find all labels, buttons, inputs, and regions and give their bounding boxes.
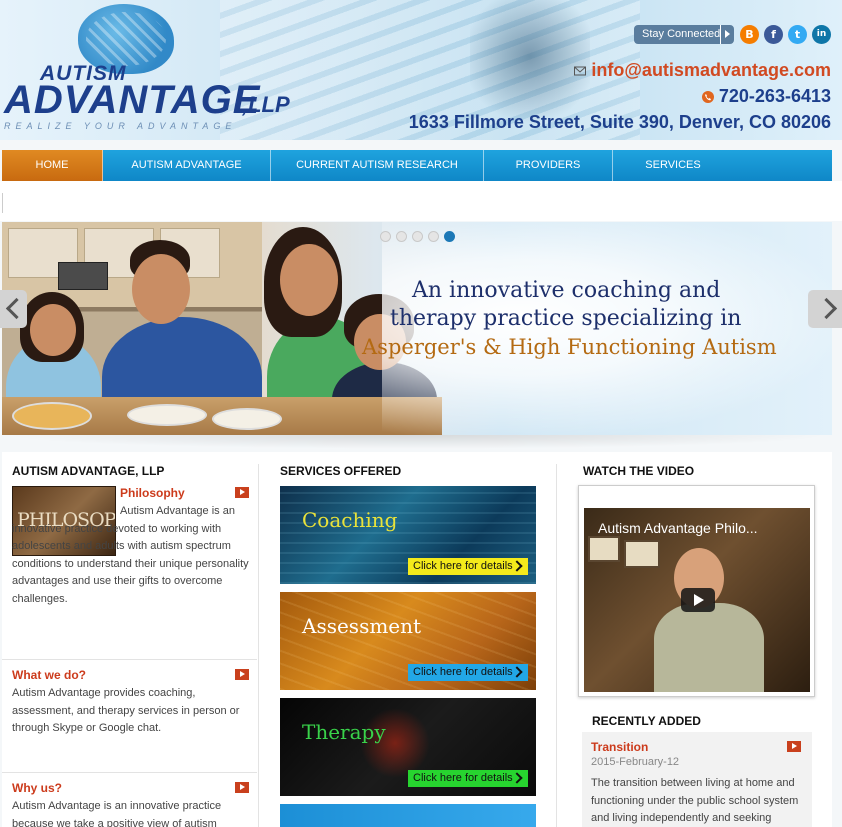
nav-spacer xyxy=(0,181,842,221)
blogger-icon[interactable]: B xyxy=(740,25,759,44)
phone-icon xyxy=(701,91,714,104)
logo-tagline: REALIZE YOUR ADVANTAGE xyxy=(4,121,237,131)
video-player[interactable]: Autism Advantage Philo... xyxy=(584,508,810,692)
what-we-do-title[interactable]: What we do? xyxy=(12,668,86,682)
slider-prev-arrow-icon[interactable] xyxy=(0,290,27,328)
logo-advantage-text[interactable]: ADVANTAGE xyxy=(4,78,260,123)
address-text: 1633 Fillmore Street, Suite 390, Denver,… xyxy=(408,112,831,132)
food-plate xyxy=(127,404,207,426)
slide-headline-line1: An innovative coaching and xyxy=(412,278,721,303)
column-divider xyxy=(556,464,557,827)
video-person-body xyxy=(654,603,764,692)
therapy-details-button[interactable]: Click here for details xyxy=(408,770,528,787)
what-we-do-arrow-icon[interactable] xyxy=(235,669,249,680)
logo-llp-text[interactable]: ,LLP xyxy=(242,92,290,118)
slider-dot[interactable] xyxy=(380,231,391,242)
video-title[interactable]: Autism Advantage Philo... xyxy=(598,520,758,536)
slider-dot-active[interactable] xyxy=(444,231,455,242)
video-widget: Autism Advantage Philo... xyxy=(578,485,815,697)
hero-slider[interactable]: An innovative coaching and therapy pract… xyxy=(2,222,832,435)
site-header: AUTISM ADVANTAGE ,LLP REALIZE YOUR ADVAN… xyxy=(0,0,842,140)
service-card-coaching[interactable]: Coaching Click here for details xyxy=(280,486,536,584)
main-nav: HOME AUTISM ADVANTAGE CURRENT AUTISM RES… xyxy=(2,150,832,181)
assessment-details-button[interactable]: Click here for details xyxy=(408,664,528,681)
recent-item-date: 2015-February-12 xyxy=(591,756,680,768)
col2-heading: SERVICES OFFERED xyxy=(280,464,402,478)
slider-dot[interactable] xyxy=(412,231,423,242)
girl-face xyxy=(30,304,76,356)
col1-heading: AUTISM ADVANTAGE, LLP xyxy=(12,464,165,478)
column-divider xyxy=(258,464,259,827)
mother-face xyxy=(280,244,338,316)
email-link[interactable]: info@autismadvantage.com xyxy=(574,60,831,81)
wall-frame xyxy=(624,540,660,568)
facebook-icon[interactable]: f xyxy=(764,25,783,44)
nav-item-current-autism-research[interactable]: CURRENT AUTISM RESEARCH xyxy=(271,150,484,181)
slider-pagination xyxy=(380,231,455,242)
slide-headline-line2: therapy practice specializing in xyxy=(390,306,742,331)
email-text: info@autismadvantage.com xyxy=(591,60,831,80)
recent-item-title[interactable]: Transition xyxy=(591,740,648,754)
linkedin-icon[interactable]: in xyxy=(812,25,831,44)
phone-link[interactable]: 720-263-6413 xyxy=(701,86,831,107)
envelope-icon xyxy=(574,66,587,76)
play-icon[interactable] xyxy=(681,588,715,612)
service-card-assessment[interactable]: Assessment Click here for details xyxy=(280,592,536,690)
service-title-assessment: Assessment xyxy=(302,614,422,638)
recent-item-arrow-icon[interactable] xyxy=(787,741,801,752)
service-title-coaching: Coaching xyxy=(302,508,398,532)
philosophy-text: Autism Advantage is an innovative practi… xyxy=(12,505,249,605)
nav-item-providers[interactable]: PROVIDERS xyxy=(484,150,613,181)
slider-next-arrow-icon[interactable] xyxy=(808,290,842,328)
food-plate xyxy=(212,408,282,430)
wall-frame xyxy=(588,536,620,562)
recently-added-heading: RECENTLY ADDED xyxy=(592,714,701,728)
father-face xyxy=(132,254,190,324)
microwave xyxy=(58,262,108,290)
slider-dot[interactable] xyxy=(396,231,407,242)
phone-text: 720-263-6413 xyxy=(718,86,831,106)
slider-shadow xyxy=(2,435,832,449)
philosophy-title[interactable]: Philosophy xyxy=(120,486,185,500)
divider xyxy=(2,659,257,660)
service-card-partial[interactable] xyxy=(280,804,536,827)
recent-item-text: The transition between living at home an… xyxy=(591,777,799,824)
service-title-therapy: Therapy xyxy=(302,720,386,744)
recent-item: Transition 2015-February-12 The transiti… xyxy=(582,732,812,827)
chevron-right-icon xyxy=(720,25,734,44)
philosophy-arrow-icon[interactable] xyxy=(235,487,249,498)
nav-item-home[interactable]: HOME xyxy=(2,150,103,181)
what-we-do-text: Autism Advantage provides coaching, asse… xyxy=(12,687,240,734)
slide-headline-line3: Asperger's & High Functioning Autism xyxy=(362,335,777,359)
nav-item-autism-advantage[interactable]: AUTISM ADVANTAGE xyxy=(103,150,271,181)
why-us-title[interactable]: Why us? xyxy=(12,781,62,795)
nav-item-services[interactable]: SERVICES xyxy=(613,150,733,181)
stay-connected-button[interactable]: Stay Connected xyxy=(634,25,734,44)
divider xyxy=(2,772,257,773)
slider-dot[interactable] xyxy=(428,231,439,242)
food-plate xyxy=(12,402,92,430)
stay-connected-label: Stay Connected xyxy=(642,28,721,40)
twitter-icon[interactable]: t xyxy=(788,25,807,44)
coaching-details-button[interactable]: Click here for details xyxy=(408,558,528,575)
why-us-text: Autism Advantage is an innovative practi… xyxy=(12,800,222,827)
service-card-therapy[interactable]: Therapy Click here for details xyxy=(280,698,536,796)
col3-heading: WATCH THE VIDEO xyxy=(583,464,695,478)
main-content: AUTISM ADVANTAGE, LLP PHILOSOPHY Philoso… xyxy=(2,452,832,827)
why-us-arrow-icon[interactable] xyxy=(235,782,249,793)
